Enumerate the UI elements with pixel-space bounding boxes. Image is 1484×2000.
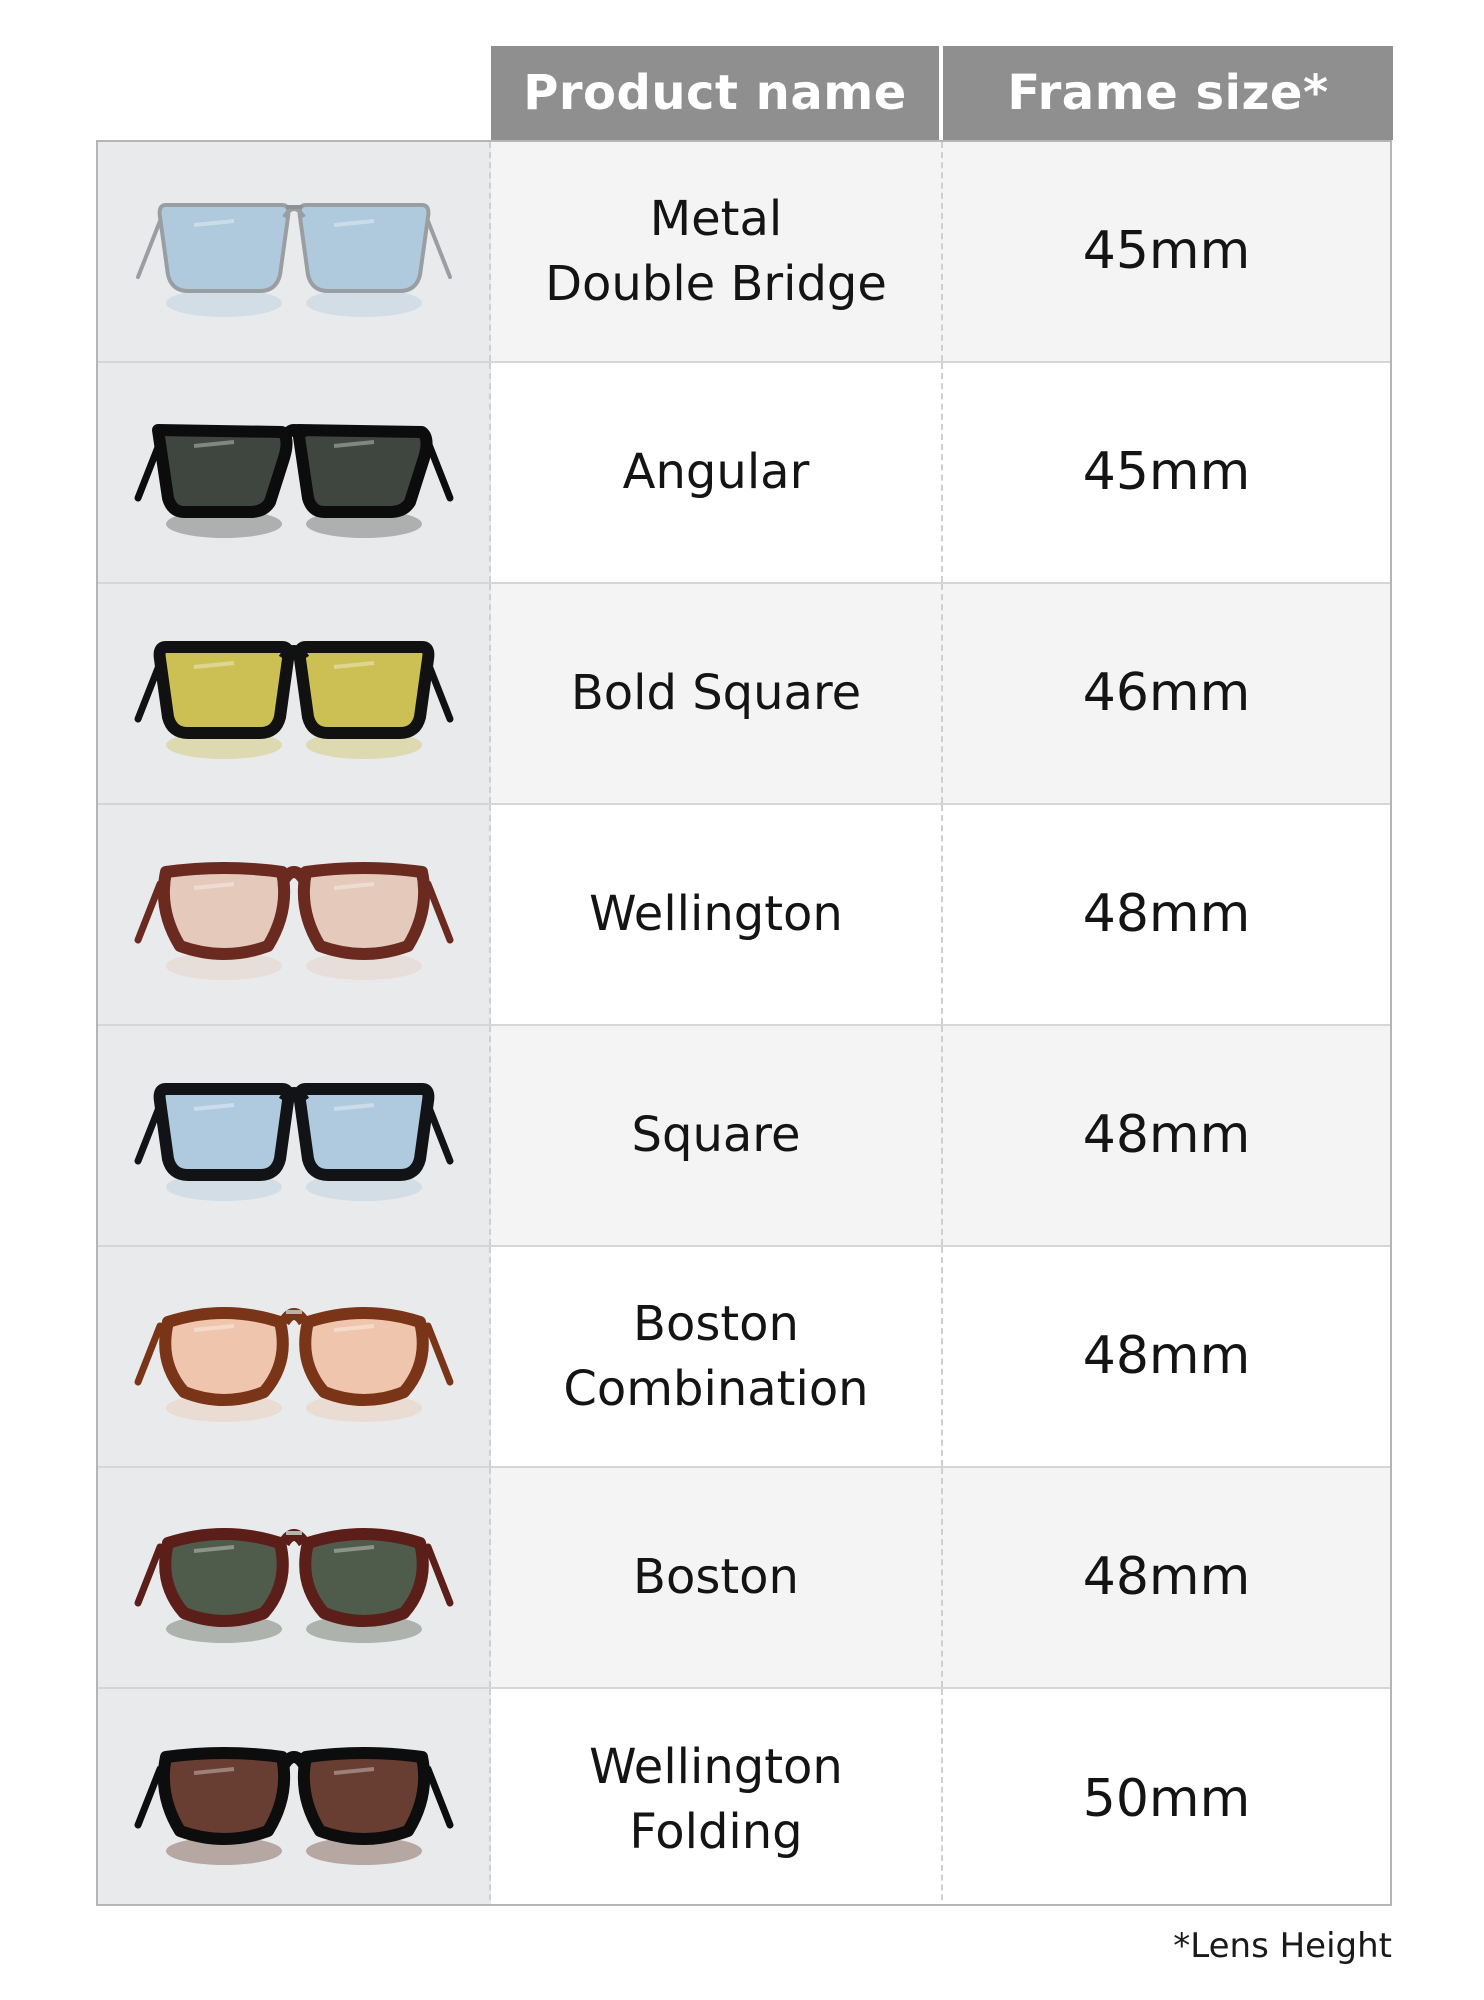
sunglasses-icon: [134, 1306, 453, 1422]
product-name: Boston Combination: [563, 1295, 869, 1417]
product-name-cell: Wellington Folding: [491, 1689, 943, 1904]
sunglasses-icon: [134, 1746, 453, 1865]
product-name: Wellington Folding: [589, 1738, 843, 1860]
table-row: Metal Double Bridge 45mm: [98, 142, 1390, 363]
frame-size: 45mm: [943, 142, 1390, 361]
table-row: Boston Combination 48mm: [98, 1247, 1390, 1468]
table-row: Bold Square 46mm: [98, 584, 1390, 805]
footnote: *Lens Height: [1173, 1926, 1392, 1966]
table-row: Wellington 48mm: [98, 805, 1390, 1026]
product-image: [98, 142, 491, 361]
frame-size: 48mm: [943, 1468, 1390, 1687]
product-image: [98, 584, 491, 803]
product-name-cell: Angular: [491, 363, 943, 582]
frame-size: 48mm: [943, 805, 1390, 1024]
product-image: [98, 805, 491, 1024]
table-row: Square 48mm: [98, 1026, 1390, 1247]
frame-size: 48mm: [943, 1026, 1390, 1245]
header-frame-size: Frame size*: [943, 46, 1393, 140]
table-row: Angular 45mm: [98, 363, 1390, 584]
sunglasses-icon: [134, 861, 453, 980]
header-product-name: Product name: [491, 46, 939, 140]
sunglasses-icon: [135, 202, 452, 317]
product-name: Wellington: [589, 886, 843, 943]
product-name-cell: Square: [491, 1026, 943, 1245]
product-name: Square: [631, 1107, 801, 1164]
product-image: [98, 1026, 491, 1245]
product-name: Angular: [622, 444, 810, 501]
product-name-cell: Bold Square: [491, 584, 943, 803]
sunglasses-icon: [134, 423, 453, 538]
product-name: Boston: [633, 1549, 799, 1606]
frame-size: 50mm: [943, 1689, 1390, 1904]
product-image: [98, 1689, 491, 1904]
product-image: [98, 1247, 491, 1466]
size-table: Metal Double Bridge 45mm Angular 45mm Bold S…: [96, 140, 1392, 1906]
product-name-cell: Boston: [491, 1468, 943, 1687]
product-name-cell: Boston Combination: [491, 1247, 943, 1466]
sunglasses-icon: [134, 1082, 453, 1201]
table-row: Boston 48mm: [98, 1468, 1390, 1689]
sunglasses-icon: [134, 640, 453, 759]
product-image: [98, 1468, 491, 1687]
size-chart: Product name Frame size* Metal Double Br…: [0, 0, 1484, 2000]
product-image: [98, 363, 491, 582]
frame-size: 46mm: [943, 584, 1390, 803]
product-name-cell: Wellington: [491, 805, 943, 1024]
table-row: Wellington Folding 50mm: [98, 1689, 1390, 1904]
sunglasses-icon: [134, 1527, 453, 1643]
product-name-cell: Metal Double Bridge: [491, 142, 943, 361]
frame-size: 45mm: [943, 363, 1390, 582]
frame-size: 48mm: [943, 1247, 1390, 1466]
product-name: Metal Double Bridge: [545, 190, 887, 312]
product-name: Bold Square: [570, 665, 862, 722]
